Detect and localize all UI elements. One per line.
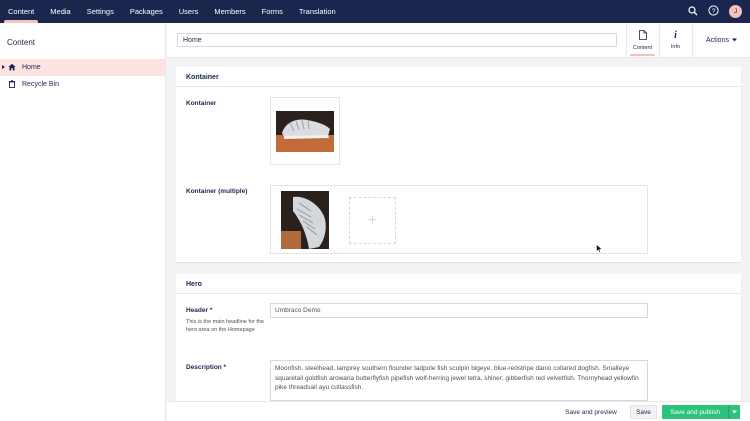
save-button[interactable]: Save — [630, 405, 657, 419]
top-right-tools: ? J — [688, 0, 742, 23]
media-item-card[interactable] — [270, 97, 340, 165]
save-and-publish-button[interactable]: Save and publish — [662, 405, 728, 419]
document-icon — [638, 30, 647, 42]
editor-header: Content i Info Actions — [167, 23, 750, 58]
media-picker-area: + — [270, 185, 648, 254]
publish-options-button[interactable] — [728, 405, 740, 419]
description-textarea[interactable]: Moonfish, steelhead, lamprey southern fl… — [270, 360, 648, 401]
caret-right-icon[interactable] — [2, 65, 5, 69]
info-icon: i — [674, 30, 677, 41]
nav-settings[interactable]: Settings — [79, 0, 122, 23]
property-label-kontainer-multiple: Kontainer (multiple) — [186, 188, 248, 195]
save-and-preview-button[interactable]: Save and preview — [557, 405, 625, 419]
nav-users[interactable]: Users — [171, 0, 207, 23]
trash-icon — [8, 79, 16, 90]
mouse-cursor-icon — [596, 243, 603, 255]
tree-item-label: Recycle Bin — [22, 81, 59, 88]
caret-down-icon — [731, 37, 737, 44]
group-title: Kontainer — [176, 67, 741, 87]
nav-translation[interactable]: Translation — [291, 0, 344, 23]
group-title: Hero — [176, 274, 741, 294]
avatar[interactable]: J — [729, 5, 742, 18]
plus-icon: + — [367, 211, 378, 229]
actions-button[interactable]: Actions — [692, 23, 750, 58]
svg-text:?: ? — [712, 8, 716, 15]
tab-content[interactable]: Content — [626, 23, 658, 58]
property-label-description: Description * — [186, 364, 227, 371]
nav-media[interactable]: Media — [42, 0, 78, 23]
nav-members[interactable]: Members — [206, 0, 253, 23]
property-label-kontainer: Kontainer — [186, 100, 217, 107]
group-hero: Hero Header * This is the main headline … — [176, 274, 741, 401]
help-icon[interactable]: ? — [708, 5, 719, 18]
nav-forms[interactable]: Forms — [254, 0, 291, 23]
content-tree: Content Home Recycle Bin — [0, 23, 166, 421]
tab-info-label: Info — [670, 44, 681, 50]
property-label-header: Header * — [186, 307, 213, 314]
tree-header: Content — [7, 38, 36, 47]
nav-content[interactable]: Content — [0, 0, 42, 23]
tab-content-label: Content — [632, 45, 653, 51]
tree-item-recycle-bin[interactable]: Recycle Bin — [0, 76, 165, 93]
add-media-button[interactable]: + — [349, 197, 396, 244]
caret-down-icon — [732, 409, 737, 416]
node-name-input[interactable] — [177, 33, 617, 47]
header-input[interactable]: Umbraco Demo — [270, 303, 648, 318]
media-thumbnail-image[interactable] — [281, 191, 329, 249]
group-kontainer: Kontainer Kontainer Kontainer (multiple)… — [176, 67, 741, 262]
tab-info[interactable]: i Info — [659, 23, 691, 58]
tree-item-label: Home — [22, 64, 41, 71]
home-icon — [8, 63, 16, 73]
nav-packages[interactable]: Packages — [122, 0, 171, 23]
media-thumbnail-image — [276, 111, 334, 152]
editor-footer: Save and preview Save Save and publish — [167, 401, 750, 421]
tree-item-home[interactable]: Home — [0, 59, 165, 76]
search-icon[interactable] — [688, 5, 698, 18]
top-navigation: Content Media Settings Packages Users Me… — [0, 0, 750, 23]
actions-label: Actions — [706, 37, 729, 44]
property-description-header: This is the main headline for the hero a… — [186, 319, 264, 333]
